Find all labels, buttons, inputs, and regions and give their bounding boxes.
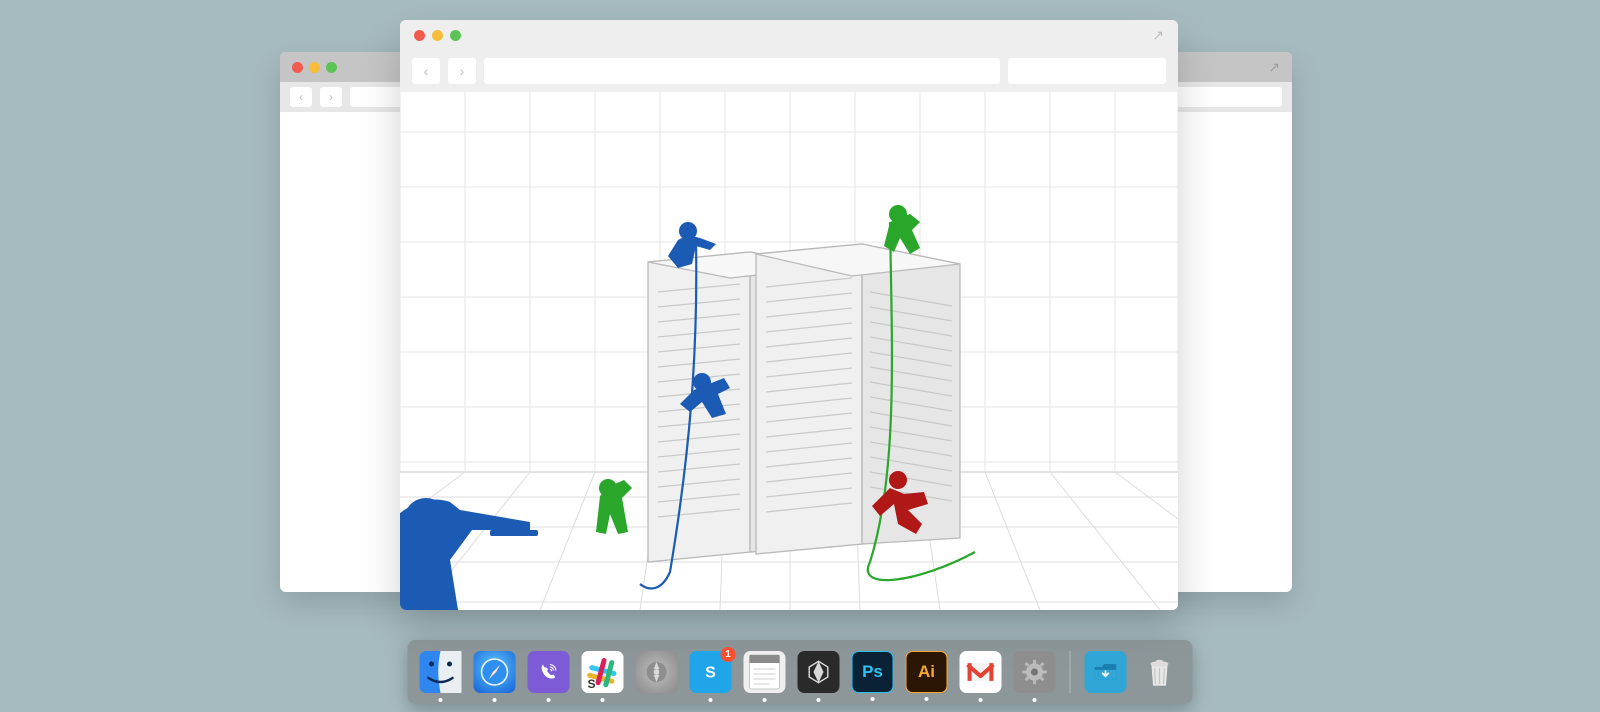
nav-forward-button[interactable]: › — [448, 58, 476, 84]
trash-icon — [1143, 652, 1177, 692]
nav-forward-button[interactable]: › — [320, 87, 342, 107]
minimize-icon[interactable] — [309, 62, 320, 73]
nav-back-button[interactable]: ‹ — [290, 87, 312, 107]
zoom-icon[interactable] — [326, 62, 337, 73]
title-bar: ↗ — [400, 20, 1178, 50]
dock-app-safari[interactable] — [474, 651, 516, 693]
dock: S S 1 Ps — [408, 640, 1193, 704]
address-bar[interactable] — [484, 58, 1000, 84]
dock-app-textedit[interactable] — [744, 651, 786, 693]
nav-back-button[interactable]: ‹ — [412, 58, 440, 84]
browser-window-front: ↗ ‹ › — [400, 20, 1178, 610]
viber-icon — [536, 659, 562, 685]
skype-badge: 1 — [721, 647, 736, 662]
close-icon[interactable] — [292, 62, 303, 73]
gmail-icon — [964, 655, 998, 689]
expand-icon[interactable]: ↗ — [1268, 59, 1280, 76]
slack-icon: S — [582, 651, 624, 693]
figure-blue-sniper — [400, 498, 538, 610]
expand-icon[interactable]: ↗ — [1152, 27, 1164, 44]
dock-app-viber[interactable] — [528, 651, 570, 693]
toolbar: ‹ › — [400, 50, 1178, 92]
dock-app-skype[interactable]: S 1 — [690, 651, 732, 693]
unity-icon — [804, 657, 834, 687]
traffic-lights — [292, 62, 337, 73]
launchpad-icon — [642, 657, 672, 687]
safari-icon — [478, 655, 512, 689]
dock-separator — [1070, 651, 1071, 693]
page-content — [400, 92, 1178, 610]
dock-app-photoshop[interactable]: Ps — [852, 651, 894, 693]
dock-app-unity[interactable] — [798, 651, 840, 693]
finder-icon — [420, 651, 462, 693]
dock-app-illustrator[interactable]: Ai — [906, 651, 948, 693]
dock-app-settings[interactable] — [1014, 651, 1056, 693]
photoshop-label: Ps — [862, 662, 883, 682]
illustration — [400, 92, 1178, 610]
dock-app-launchpad[interactable] — [636, 651, 678, 693]
zoom-icon[interactable] — [450, 30, 461, 41]
dock-app-finder[interactable] — [420, 651, 462, 693]
search-field[interactable] — [1008, 58, 1166, 84]
textedit-icon — [744, 651, 786, 693]
close-icon[interactable] — [414, 30, 425, 41]
downloads-icon — [1091, 657, 1121, 687]
figure-green-top — [884, 205, 920, 254]
dock-app-slack[interactable]: S — [582, 651, 624, 693]
figure-green-ground — [596, 479, 632, 534]
minimize-icon[interactable] — [432, 30, 443, 41]
dock-trash[interactable] — [1139, 651, 1181, 693]
skype-icon: S — [697, 658, 725, 686]
svg-text:S: S — [588, 677, 596, 691]
illustrator-label: Ai — [918, 662, 935, 682]
dock-downloads[interactable] — [1085, 651, 1127, 693]
dock-app-gmail[interactable] — [960, 651, 1002, 693]
svg-text:S: S — [705, 664, 716, 681]
gear-icon — [1020, 657, 1050, 687]
